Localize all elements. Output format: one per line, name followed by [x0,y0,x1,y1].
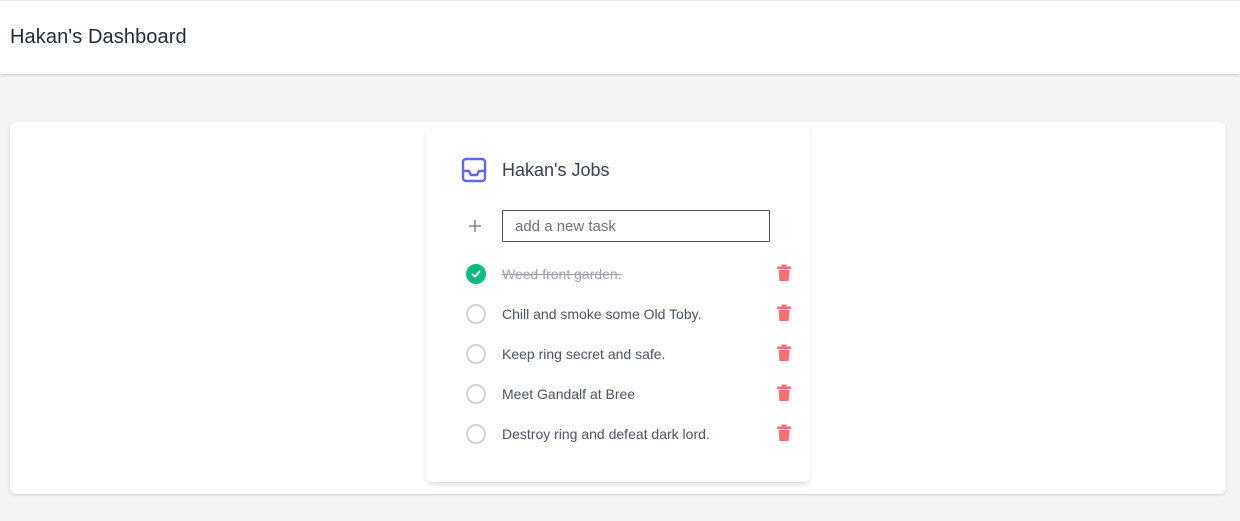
task-label: Chill and smoke some Old Toby. [502,306,702,322]
check-icon [471,270,481,278]
top-bar: Hakan's Dashboard [0,0,1240,74]
task-item: Weed front garden. [466,254,791,294]
jobs-card: Hakan's Jobs Weed front garden. [426,124,810,482]
trash-icon[interactable] [776,424,792,442]
task-label: Destroy ring and defeat dark lord. [502,426,710,442]
task-item: Meet Gandalf at Bree [466,374,791,414]
trash-icon[interactable] [776,304,792,322]
page-title: Hakan's Dashboard [10,26,187,48]
task-toggle[interactable] [466,384,486,404]
task-list: Weed front garden. Chill and smoke some … [466,254,791,454]
trash-icon[interactable] [776,344,792,362]
card-title: Hakan's Jobs [502,159,610,180]
task-toggle[interactable] [466,344,486,364]
task-toggle[interactable] [466,304,486,324]
inbox-icon [461,157,487,183]
task-toggle[interactable] [466,424,486,444]
task-toggle[interactable] [466,264,486,284]
task-item: Destroy ring and defeat dark lord. [466,414,791,454]
card-header: Hakan's Jobs [461,157,610,183]
new-task-input[interactable] [502,210,770,242]
task-item: Keep ring secret and safe. [466,334,791,374]
task-label: Meet Gandalf at Bree [502,386,636,402]
trash-icon[interactable] [776,384,792,402]
trash-icon[interactable] [776,264,792,282]
task-label: Weed front garden. [502,266,622,282]
task-item: Chill and smoke some Old Toby. [466,294,791,334]
task-label: Keep ring secret and safe. [502,346,666,362]
add-task-row [466,210,770,242]
plus-icon[interactable] [466,217,484,235]
